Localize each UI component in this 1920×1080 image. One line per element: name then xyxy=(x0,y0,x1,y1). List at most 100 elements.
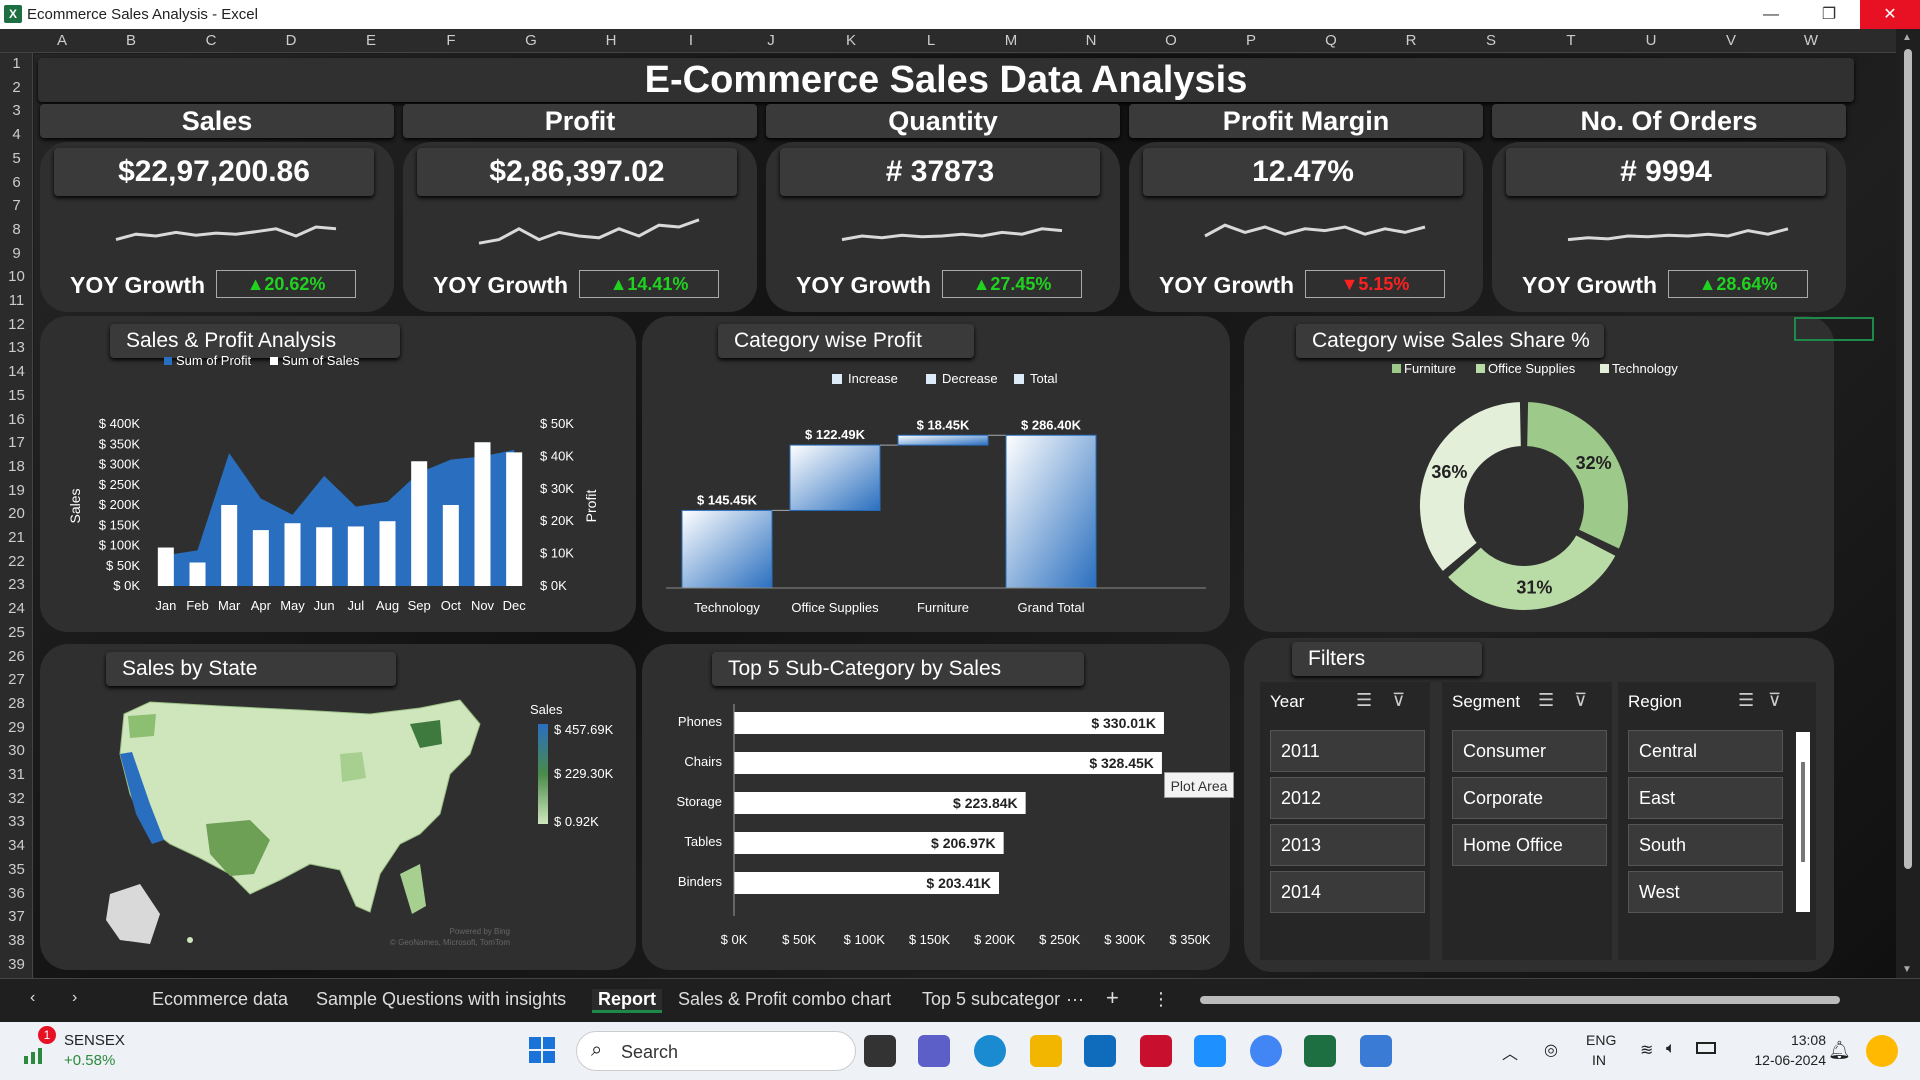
row-header[interactable]: 18 xyxy=(0,456,33,478)
slicer-item-region[interactable]: West xyxy=(1628,871,1783,913)
row-header[interactable]: 14 xyxy=(0,361,33,383)
column-header[interactable]: A xyxy=(33,29,91,53)
row-header[interactable]: 1 xyxy=(0,53,33,75)
stock-name[interactable]: SENSEX xyxy=(64,1032,125,1049)
row-header[interactable]: 17 xyxy=(0,432,33,454)
row-header[interactable]: 16 xyxy=(0,409,33,431)
row-header[interactable]: 28 xyxy=(0,693,33,715)
row-header[interactable]: 36 xyxy=(0,883,33,905)
kpi-card[interactable]: $2,86,397.02 YOY Growth ▲14.41% xyxy=(403,142,757,312)
sales-by-state-card[interactable]: Sales by State Sales $ 457.69K $ 229.30K $ … xyxy=(40,644,636,970)
vertical-scrollbar[interactable]: ▲ ▼ xyxy=(1896,29,1920,978)
row-header[interactable]: 10 xyxy=(0,266,33,288)
windows-start-icon[interactable] xyxy=(528,1036,556,1064)
row-header[interactable]: 2 xyxy=(0,77,33,99)
scroll-up-icon[interactable]: ▲ xyxy=(1902,32,1912,43)
taskbar-search[interactable]: ⌕ Search xyxy=(576,1031,856,1071)
selected-cell[interactable] xyxy=(1794,317,1874,341)
column-header[interactable]: F xyxy=(411,29,491,53)
slicer-item-year[interactable]: 2011 xyxy=(1270,730,1425,772)
add-sheet-button[interactable]: + xyxy=(1106,985,1119,1011)
sheet-tab[interactable]: Report xyxy=(592,989,662,1013)
scroll-down-icon[interactable]: ▼ xyxy=(1902,964,1912,975)
multi-select-icon[interactable]: ☰ xyxy=(1738,690,1754,711)
row-header[interactable]: 27 xyxy=(0,669,33,691)
row-header[interactable]: 31 xyxy=(0,764,33,786)
row-header[interactable]: 34 xyxy=(0,835,33,857)
mcafee-icon[interactable] xyxy=(1140,1035,1172,1067)
row-header[interactable]: 15 xyxy=(0,385,33,407)
category-share-chart[interactable]: Furniture Office Supplies Technology 32% 31%… xyxy=(1244,316,1834,632)
column-header[interactable]: B xyxy=(91,29,171,53)
column-header[interactable]: W xyxy=(1771,29,1851,53)
clock-time[interactable]: 13:08 xyxy=(1758,1032,1826,1048)
category-profit-chart[interactable]: Increase Decrease Total $ 145.45K Technology… xyxy=(642,316,1230,632)
row-header[interactable]: 39 xyxy=(0,954,33,976)
notepad-icon[interactable] xyxy=(1360,1035,1392,1067)
row-header[interactable]: 37 xyxy=(0,906,33,928)
slicer-item-year[interactable]: 2014 xyxy=(1270,871,1425,913)
column-header[interactable]: K xyxy=(811,29,891,53)
row-header[interactable]: 29 xyxy=(0,717,33,739)
sales-profit-chart[interactable]: Sum of Profit Sum of Sales $ 0K $ 50K $ 100K… xyxy=(40,316,636,632)
row-header[interactable]: 12 xyxy=(0,314,33,336)
row-header[interactable]: 23 xyxy=(0,574,33,596)
row-header[interactable]: 3 xyxy=(0,100,33,122)
edge-icon[interactable] xyxy=(974,1035,1006,1067)
row-header[interactable]: 19 xyxy=(0,480,33,502)
notification-bell-icon[interactable]: 🔔︎ xyxy=(1828,1040,1851,1061)
battery-icon[interactable] xyxy=(1696,1042,1716,1054)
slicer-item-region[interactable]: South xyxy=(1628,824,1783,866)
minimize-icon[interactable]: — xyxy=(1748,0,1794,29)
top5-chart[interactable]: Phones $ 330.01K Chairs $ 328.45K Storage $ 2… xyxy=(642,644,1230,970)
store-icon[interactable] xyxy=(1084,1035,1116,1067)
copilot-icon[interactable] xyxy=(1866,1035,1898,1067)
slicer-item-region[interactable]: East xyxy=(1628,777,1783,819)
column-header[interactable]: G xyxy=(491,29,571,53)
clear-filter-icon[interactable]: ⊽ xyxy=(1392,690,1405,711)
column-header[interactable]: M xyxy=(971,29,1051,53)
slicer-item-segment[interactable]: Consumer xyxy=(1452,730,1607,772)
column-header[interactable]: E xyxy=(331,29,411,53)
more-tabs-icon[interactable]: ··· xyxy=(1066,989,1084,1010)
column-header[interactable]: Q xyxy=(1291,29,1371,53)
row-header[interactable]: 7 xyxy=(0,195,33,217)
slicer-year[interactable]: Year ☰ ⊽ 2011 2012 2013 2014 xyxy=(1260,682,1430,960)
row-header[interactable]: 26 xyxy=(0,646,33,668)
column-header[interactable]: T xyxy=(1531,29,1611,53)
column-header[interactable]: J xyxy=(731,29,811,53)
horizontal-scrollbar[interactable] xyxy=(1182,991,1892,1009)
multi-select-icon[interactable]: ☰ xyxy=(1356,690,1372,711)
multi-select-icon[interactable]: ☰ xyxy=(1538,690,1554,711)
sales-profit-card[interactable]: Sales & Profit Analysis Sum of Profit Sum… xyxy=(40,316,636,632)
chevron-up-icon[interactable]: ︿ xyxy=(1502,1040,1518,1064)
column-header[interactable]: H xyxy=(571,29,651,53)
us-map[interactable]: Sales $ 457.69K $ 229.30K $ 0.92K Powered by… xyxy=(40,644,636,970)
column-header[interactable]: R xyxy=(1371,29,1451,53)
excel-taskbar-icon[interactable] xyxy=(1304,1035,1336,1067)
row-header[interactable]: 9 xyxy=(0,243,33,265)
slicer-item-year[interactable]: 2013 xyxy=(1270,824,1425,866)
kpi-card[interactable]: $22,97,200.86 YOY Growth ▲20.62% xyxy=(40,142,394,312)
slicer-region[interactable]: Region ☰ ⊽ Central East South West xyxy=(1618,682,1816,960)
top5-card[interactable]: Top 5 Sub-Category by Sales Phones $ 330.… xyxy=(642,644,1230,970)
column-header[interactable]: I xyxy=(651,29,731,53)
language-line1[interactable]: ENG xyxy=(1586,1032,1616,1048)
close-icon[interactable]: ✕ xyxy=(1860,0,1920,29)
row-header[interactable]: 13 xyxy=(0,337,33,359)
clear-filter-icon[interactable]: ⊽ xyxy=(1574,690,1587,711)
prev-sheet-icon[interactable]: ‹ xyxy=(30,989,35,1007)
row-header[interactable]: 20 xyxy=(0,503,33,525)
row-header[interactable]: 35 xyxy=(0,859,33,881)
kpi-card[interactable]: # 9994 YOY Growth ▲28.64% xyxy=(1492,142,1846,312)
column-header[interactable]: C xyxy=(171,29,251,53)
column-header[interactable]: N xyxy=(1051,29,1131,53)
scroll-thumb[interactable] xyxy=(1904,49,1912,869)
row-header[interactable]: 33 xyxy=(0,811,33,833)
sheet-tab[interactable]: Top 5 subcategor xyxy=(922,989,1060,1010)
slicer-scroll-thumb[interactable] xyxy=(1801,762,1805,862)
row-header[interactable]: 6 xyxy=(0,172,33,194)
wifi-icon[interactable]: ≋ xyxy=(1640,1040,1653,1060)
row-header[interactable]: 22 xyxy=(0,551,33,573)
row-header[interactable]: 11 xyxy=(0,290,33,312)
